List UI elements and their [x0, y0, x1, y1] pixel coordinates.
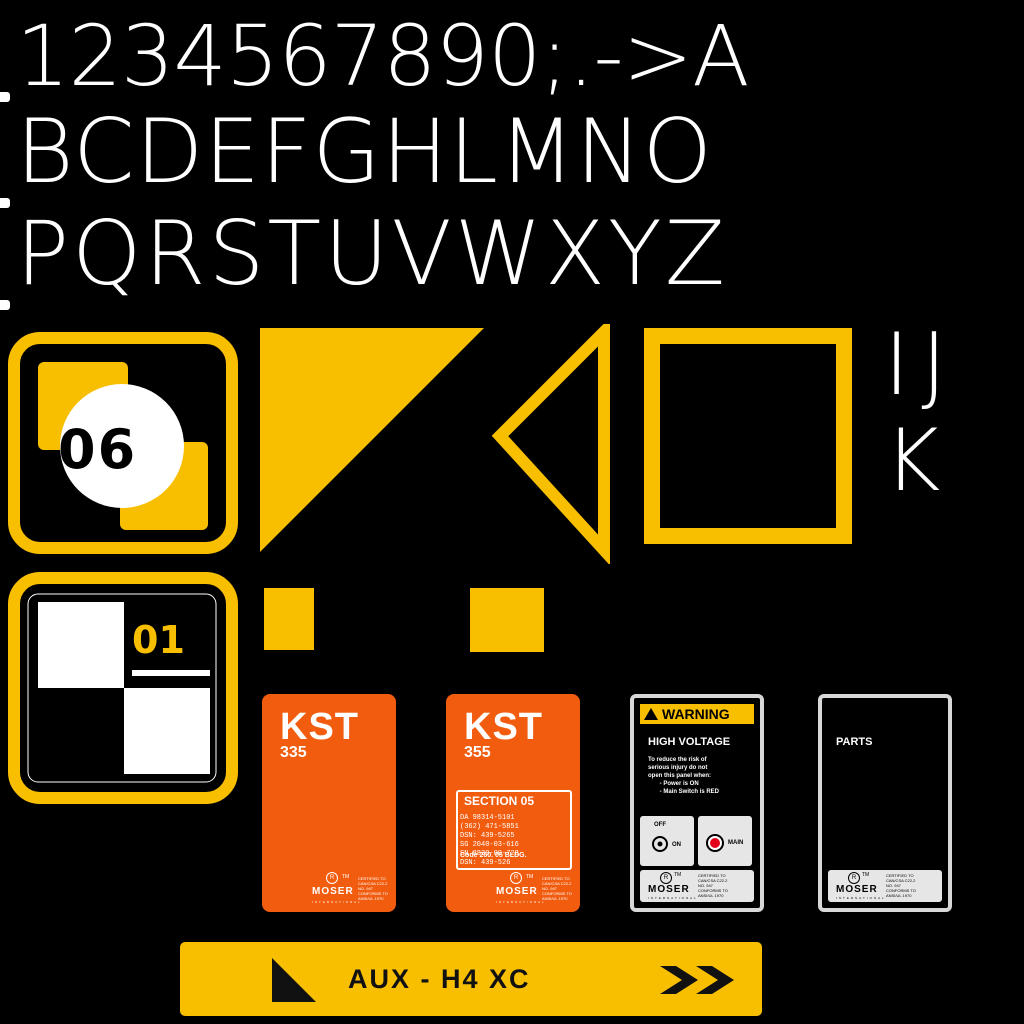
moser-logo: R TM MOSER INTERNATIONAL CERTIFIED TO CA… — [446, 872, 580, 912]
warning-bar: WARNING — [640, 704, 754, 724]
cert-text: CERTIFIED TO CAN/CSA C22.2 NO. 947 CONFO… — [698, 873, 728, 898]
yellow-square — [470, 588, 544, 652]
on-label: ON — [672, 842, 681, 848]
kst-number: 355 — [464, 744, 491, 761]
section-lines: DA 98314-5101 (362) 471-5851 DSN: 439-52… — [460, 814, 519, 867]
edge-marker — [0, 300, 10, 310]
power-switch-icon — [652, 836, 668, 852]
badge-01: 01 — [8, 572, 238, 804]
parts-panel: PARTS R TM MOSER INTERNATIONAL CERTIFIED… — [818, 694, 952, 912]
double-chevron-icon — [660, 966, 734, 994]
warning-panel: WARNING HIGH VOLTAGE To reduce the risk … — [630, 694, 764, 912]
cert-text: CERTIFIED TO CAN/CSA C22.2 NO. 947 CONFO… — [542, 876, 572, 901]
trademark-mark: TM — [862, 872, 870, 878]
glyph-row-letters-b-o: BCDEFGHLMNO — [16, 100, 713, 203]
brand-name: MOSER — [836, 884, 878, 895]
yellow-square — [264, 588, 314, 650]
aux-label: AUX - H4 XC — [348, 964, 531, 994]
registered-icon: R — [660, 872, 672, 884]
triangle-outline — [491, 324, 610, 564]
registered-icon: R — [510, 872, 522, 884]
brand-name: MOSER — [312, 886, 354, 897]
brand-name: MOSER — [496, 886, 538, 897]
section-title: SECTION 05 — [464, 794, 535, 808]
kst-card-335: KST 335 R TM MOSER INTERNATIONAL CERTIFI… — [262, 694, 396, 912]
moser-logo: R TM MOSER INTERNATIONAL CERTIFIED TO CA… — [828, 870, 942, 902]
badge-06-number: 06 — [58, 418, 138, 481]
brand-sub: INTERNATIONAL — [312, 900, 362, 904]
kst-number: 335 — [280, 744, 307, 761]
warning-triangle-icon — [644, 708, 658, 720]
registered-icon: R — [326, 872, 338, 884]
brand-sub: INTERNATIONAL — [496, 900, 546, 904]
geometric-shapes — [260, 324, 852, 564]
edge-marker — [0, 198, 10, 208]
main-switch-icon — [706, 834, 724, 852]
square-outline — [644, 328, 852, 544]
off-label: OFF — [654, 822, 666, 828]
main-switch: MAIN — [698, 816, 752, 866]
badge-06: 06 — [8, 332, 238, 554]
cert-text: CERTIFIED TO CAN/CSA C22.2 NO. 947 CONFO… — [358, 876, 388, 901]
kst-title: KST — [464, 706, 543, 748]
corner-triangle-icon — [272, 958, 316, 1002]
edge-marker — [0, 92, 10, 102]
badge-01-number: 01 — [132, 618, 185, 662]
glyph-k: K — [884, 411, 941, 511]
trademark-mark: TM — [342, 874, 350, 880]
panel-instructions: To reduce the risk of serious injury do … — [648, 757, 720, 795]
cert-text: CERTIFIED TO CAN/CSA C22.2 NO. 947 CONFO… — [886, 873, 916, 898]
trademark-mark: TM — [526, 874, 534, 880]
brand-sub: INTERNATIONAL — [836, 896, 886, 900]
panel-heading: HIGH VOLTAGE — [648, 736, 731, 748]
moser-logo: R TM MOSER INTERNATIONAL CERTIFIED TO CA… — [262, 872, 396, 912]
panel-heading: PARTS — [836, 736, 873, 748]
glyph-row-digits: 1234567890;.->A — [16, 7, 750, 105]
brand-name: MOSER — [648, 884, 690, 895]
registered-icon: R — [848, 872, 860, 884]
kst-card-355: KST 355 SECTION 05 DA 98314-5101 (362) 4… — [446, 694, 580, 912]
aux-bar: AUX - H4 XC — [180, 942, 762, 1016]
section-code: Code 260. 05 BLDG. — [460, 852, 527, 859]
glyph-ij: IJ — [884, 315, 959, 415]
moser-logo: R TM MOSER INTERNATIONAL CERTIFIED TO CA… — [640, 870, 754, 902]
off-on-switch: OFF ON — [640, 816, 694, 866]
trademark-mark: TM — [674, 872, 682, 878]
glyph-row-letters-p-z: PQRSTUVWXYZ — [16, 202, 729, 305]
triangle-solid — [260, 328, 484, 552]
brand-sub: INTERNATIONAL — [648, 896, 698, 900]
warning-label: WARNING — [662, 706, 730, 722]
main-label: MAIN — [728, 840, 744, 846]
kst-title: KST — [280, 706, 359, 748]
badge-01-graphic — [8, 572, 238, 804]
